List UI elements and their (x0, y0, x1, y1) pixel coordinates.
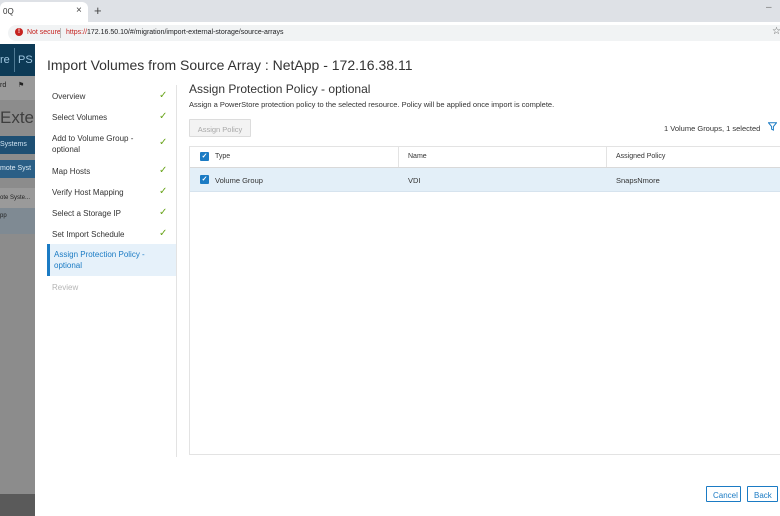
tab-title: 0Q (3, 7, 14, 16)
assign-policy-button[interactable]: Assign Policy (189, 119, 251, 137)
background-list-item: ote Syste... (0, 188, 35, 208)
browser-tab-bar: 0Q × + – (0, 0, 780, 22)
background-header: re PS (0, 44, 35, 76)
cell-type: Volume Group (215, 176, 263, 185)
table-row[interactable]: ✓ Volume Group VDI SnapsNmore (190, 168, 780, 192)
checkmark-icon: ✓ (159, 165, 168, 176)
section-title: Assign Protection Policy - optional (189, 82, 371, 96)
table-header: ✓ Type Name Assigned Policy (190, 147, 780, 168)
step-label: Set Import Schedule (52, 230, 125, 239)
step-label: Select a Storage IP (52, 209, 121, 218)
bookmark-star-icon[interactable]: ☆ (772, 26, 780, 37)
step-add-to-volume-group[interactable]: Add to Volume Group - optional ✓ (47, 127, 177, 160)
column-header-assigned-policy[interactable]: Assigned Policy (616, 153, 665, 160)
flag-icon: ⚑ (18, 82, 25, 89)
checkmark-icon: ✓ (159, 207, 168, 218)
not-secure-icon: ! (15, 28, 23, 36)
column-divider (606, 147, 607, 167)
wizard-steps: Overview ✓ Select Volumes ✓ Add to Volum… (47, 85, 177, 297)
cell-name: VDI (408, 176, 421, 185)
background-list-item-selected: pp (0, 208, 35, 234)
step-label: Add to Volume Group - optional (52, 134, 134, 154)
background-page-title: Exte (0, 108, 35, 127)
step-verify-host-mapping[interactable]: Verify Host Mapping ✓ (47, 181, 177, 202)
background-nav-fragment: rd (0, 82, 7, 89)
url-path: 172.16.50.10/#/migration/import-external… (87, 29, 284, 36)
checkmark-icon: ✓ (159, 137, 168, 148)
column-header-name[interactable]: Name (408, 153, 427, 160)
row-checkbox[interactable]: ✓ (200, 175, 209, 184)
background-footer (0, 494, 35, 516)
checkmark-icon: ✓ (159, 186, 168, 197)
step-label: Verify Host Mapping (52, 188, 124, 197)
column-header-type[interactable]: Type (215, 153, 230, 160)
steps-divider (176, 85, 177, 457)
tab-close-icon[interactable]: × (76, 5, 82, 16)
url-text[interactable]: https://172.16.50.10/#/migration/import-… (66, 29, 284, 36)
checkmark-icon: ✓ (159, 111, 168, 122)
omnibox-divider (60, 28, 61, 38)
import-wizard-dialog: Import Volumes from Source Array : NetAp… (35, 44, 780, 516)
step-review: Review (47, 276, 177, 297)
step-overview[interactable]: Overview ✓ (47, 85, 177, 106)
window-minimize-icon[interactable]: – (766, 2, 772, 13)
step-label: Map Hosts (52, 167, 91, 176)
cell-assigned-policy: SnapsNmore (616, 176, 660, 185)
background-subnav: rd ⚑ (0, 76, 35, 100)
section-description: Assign a PowerStore protection policy to… (189, 100, 555, 109)
checkmark-icon: ✓ (159, 90, 168, 101)
back-button[interactable]: Back (747, 486, 778, 502)
step-select-storage-ip[interactable]: Select a Storage IP ✓ (47, 202, 177, 223)
step-set-import-schedule[interactable]: Set Import Schedule ✓ (47, 223, 177, 244)
url-scheme: https:// (66, 29, 88, 36)
background-systems-tab: Systems (0, 136, 35, 154)
step-assign-protection-policy[interactable]: Assign Protection Policy - optional (47, 244, 177, 276)
background-header-divider (14, 48, 15, 72)
step-select-volumes[interactable]: Select Volumes ✓ (47, 106, 177, 127)
background-brand-fragment-2: PS (18, 54, 33, 66)
select-all-checkbox[interactable]: ✓ (200, 152, 209, 161)
browser-address-bar: ! Not secure https://172.16.50.10/#/migr… (0, 22, 780, 45)
step-label: Overview (52, 92, 86, 101)
new-tab-icon[interactable]: + (94, 3, 102, 18)
background-remote-systems: mote Syst (0, 160, 35, 178)
selection-count: 1 Volume Groups, 1 selected (664, 124, 761, 133)
security-label: Not secure (26, 28, 61, 36)
step-label: Assign Protection Policy - optional (54, 250, 145, 270)
omnibox[interactable]: ! Not secure https://172.16.50.10/#/migr… (8, 25, 780, 41)
column-divider (398, 147, 399, 167)
browser-tab[interactable]: 0Q × (0, 2, 88, 22)
checkmark-icon: ✓ (159, 228, 168, 239)
dialog-title: Import Volumes from Source Array : NetAp… (47, 57, 413, 73)
volume-groups-table: ✓ Type Name Assigned Policy ✓ Volume Gro… (189, 146, 780, 455)
step-label: Review (52, 283, 79, 292)
background-brand-fragment: re (0, 54, 10, 66)
cancel-button[interactable]: Cancel (706, 486, 741, 502)
security-indicator[interactable]: ! Not secure (15, 28, 61, 38)
step-label: Select Volumes (52, 113, 108, 122)
filter-icon[interactable] (767, 122, 778, 134)
step-map-hosts[interactable]: Map Hosts ✓ (47, 160, 177, 181)
background-app: re PS rd ⚑ Exte Systems mote Syst ote Sy… (0, 44, 35, 516)
